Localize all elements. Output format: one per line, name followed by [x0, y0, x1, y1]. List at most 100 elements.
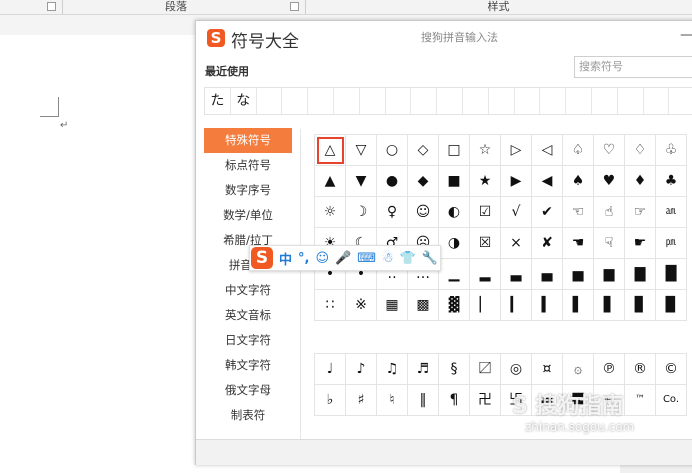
symbol-cell[interactable]: ▲	[315, 166, 346, 197]
symbol-cell[interactable]: ㏂	[656, 197, 687, 228]
symbol-cell[interactable]: ▩	[408, 290, 439, 321]
symbol-cell[interactable]: ▄	[532, 259, 563, 290]
recent-symbol-cell[interactable]	[386, 88, 412, 114]
symbol-cell[interactable]: ▁	[439, 259, 470, 290]
symbol-cell[interactable]: 〼	[470, 354, 501, 385]
category-item[interactable]: 特殊符号	[204, 128, 292, 153]
symbol-cell[interactable]: ✘	[532, 228, 563, 259]
symbol-cell[interactable]: ‖	[408, 385, 439, 416]
recent-symbol-cell[interactable]	[644, 88, 670, 114]
symbol-cell[interactable]: ▶	[501, 166, 532, 197]
symbol-cell[interactable]: ▦	[377, 290, 408, 321]
symbol-cell[interactable]: ◁	[532, 135, 563, 166]
recent-symbol-cell[interactable]: な	[231, 88, 257, 114]
symbol-cell[interactable]: ☝	[594, 197, 625, 228]
recent-symbol-cell[interactable]	[669, 88, 692, 114]
symbol-cell[interactable]: ☽	[346, 197, 377, 228]
recent-symbol-cell[interactable]	[334, 88, 360, 114]
symbol-cell[interactable]: ♬	[408, 354, 439, 385]
symbol-cell[interactable]: █	[656, 259, 687, 290]
symbol-cell[interactable]: ☑	[470, 197, 501, 228]
toolbox-icon[interactable]: ☃	[382, 251, 394, 266]
symbol-cell[interactable]: ♣	[656, 166, 687, 197]
symbol-cell[interactable]: ▊	[625, 290, 656, 321]
symbol-cell[interactable]: ♦	[625, 166, 656, 197]
symbol-cell[interactable]: ♤	[563, 135, 594, 166]
recent-symbol-cell[interactable]	[540, 88, 567, 114]
category-item[interactable]: 俄文字母	[204, 378, 292, 403]
symbol-cell[interactable]: ▉	[656, 290, 687, 321]
symbol-cell[interactable]: 卍	[470, 385, 501, 416]
symbol-cell[interactable]: ◀	[532, 166, 563, 197]
symbol-cell[interactable]: ★	[470, 166, 501, 197]
symbol-cell[interactable]: ▓	[439, 290, 470, 321]
symbol-cell[interactable]: ™	[625, 385, 656, 416]
symbol-cell[interactable]: ☞	[625, 197, 656, 228]
symbol-cell[interactable]: ▇	[625, 259, 656, 290]
symbol-cell[interactable]: ▏	[470, 290, 501, 321]
symbol-cell[interactable]: ♪	[346, 354, 377, 385]
settings-wrench-icon[interactable]: 🔧	[422, 251, 438, 266]
category-item[interactable]: 日文字符	[204, 328, 292, 353]
minimize-button[interactable]: —	[680, 27, 692, 43]
symbol-cell[interactable]: ♡	[594, 135, 625, 166]
recent-symbol-cell[interactable]	[282, 88, 309, 114]
category-item[interactable]: 韩文字符	[204, 353, 292, 378]
symbol-cell[interactable]: ○	[377, 135, 408, 166]
recent-symbol-cell[interactable]	[360, 88, 386, 114]
symbol-cell[interactable]: ♯	[346, 385, 377, 416]
symbol-cell[interactable]: ▌	[563, 290, 594, 321]
voice-icon[interactable]: 🎤	[335, 251, 351, 266]
category-item[interactable]: 制表符	[204, 403, 292, 428]
symbol-cell[interactable]: ♠	[563, 166, 594, 197]
recent-symbol-cell[interactable]	[308, 88, 334, 114]
symbol-cell[interactable]: ▅	[563, 259, 594, 290]
symbol-cell[interactable]: △	[315, 135, 346, 166]
symbol-cell[interactable]: ♮	[377, 385, 408, 416]
symbol-cell[interactable]: ♭	[315, 385, 346, 416]
recent-symbol-cell[interactable]	[257, 88, 283, 114]
symbol-cell[interactable]: ▼	[346, 166, 377, 197]
recent-symbol-cell[interactable]: た	[205, 88, 231, 114]
punctuation-icon[interactable]: °,	[298, 251, 309, 266]
symbol-cell[interactable]: ☟	[594, 228, 625, 259]
symbol-cell[interactable]: □	[439, 135, 470, 166]
symbol-cell[interactable]: ▋	[594, 290, 625, 321]
symbol-cell[interactable]: ♀	[377, 197, 408, 228]
symbol-cell[interactable]: ▆	[594, 259, 625, 290]
symbol-cell[interactable]: √	[501, 197, 532, 228]
symbol-cell[interactable]: ☼	[315, 197, 346, 228]
symbol-cell[interactable]: ▷	[501, 135, 532, 166]
symbol-cell[interactable]: ©	[656, 354, 687, 385]
recent-symbol-cell[interactable]	[489, 88, 515, 114]
recent-symbol-cell[interactable]	[515, 88, 541, 114]
skin-icon[interactable]: 👕	[400, 251, 416, 266]
recent-symbol-cell[interactable]	[463, 88, 489, 114]
symbol-cell[interactable]: ℗	[594, 354, 625, 385]
symbol-cell[interactable]: ☜	[563, 197, 594, 228]
symbol-cell[interactable]: ×	[501, 228, 532, 259]
symbol-cell[interactable]: ◆	[408, 166, 439, 197]
symbol-cell[interactable]: ▎	[501, 290, 532, 321]
recent-symbol-cell[interactable]	[592, 88, 618, 114]
keyboard-icon[interactable]: ⌨	[357, 251, 376, 266]
symbol-cell[interactable]: ◑	[439, 228, 470, 259]
symbol-cell[interactable]: ※	[346, 290, 377, 321]
symbol-cell[interactable]: ♧	[656, 135, 687, 166]
search-symbol-input[interactable]: 搜索符号	[574, 56, 692, 78]
symbol-cell[interactable]: ▂	[470, 259, 501, 290]
symbol-cell[interactable]: ㏘	[656, 228, 687, 259]
font-launcher-icon[interactable]	[47, 2, 56, 11]
symbol-cell[interactable]: ∷	[315, 290, 346, 321]
symbol-cell[interactable]: ◎	[501, 354, 532, 385]
emoji-icon[interactable]: ☺	[315, 251, 329, 266]
symbol-cell[interactable]: ◐	[439, 197, 470, 228]
sogou-ime-logo-icon[interactable]: S	[251, 247, 273, 269]
symbol-cell[interactable]: ☺	[408, 197, 439, 228]
symbol-cell[interactable]: ♢	[625, 135, 656, 166]
recent-symbol-cell[interactable]	[437, 88, 463, 114]
recent-symbol-cell[interactable]	[411, 88, 438, 114]
symbol-cell[interactable]: ☆	[470, 135, 501, 166]
symbol-cell[interactable]: ●	[377, 166, 408, 197]
symbol-cell[interactable]: Co.	[656, 385, 687, 416]
